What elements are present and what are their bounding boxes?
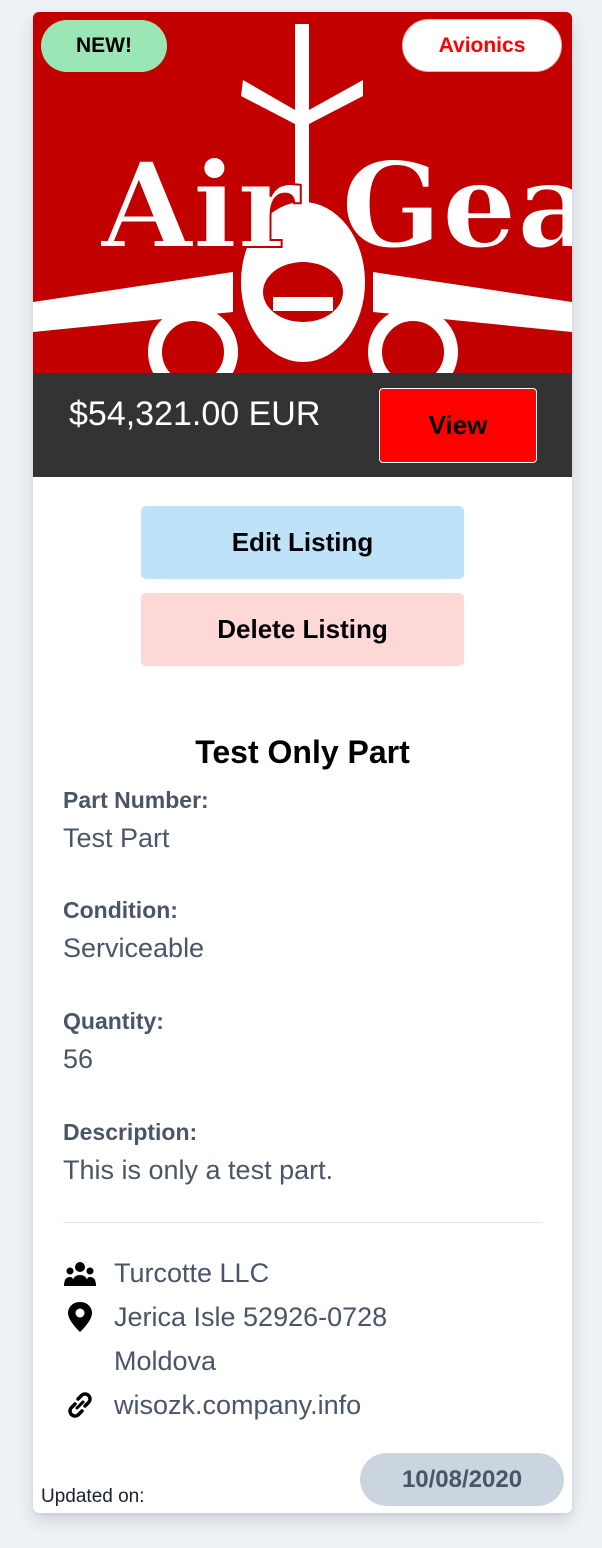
updated-date-badge: 10/08/2020 <box>360 1453 564 1506</box>
company-website-link[interactable]: wisozk.company.info <box>114 1390 361 1421</box>
edit-listing-button[interactable]: Edit Listing <box>141 506 464 579</box>
listing-card: Air Gear NEW! Avionics $54,321.00 EUR Vi… <box>33 12 572 1513</box>
new-badge: NEW! <box>41 20 167 72</box>
users-icon <box>64 1262 96 1286</box>
company-address-line2: Moldova <box>114 1346 217 1376</box>
updated-on-label: Updated on: <box>41 1486 145 1507</box>
divider <box>63 1222 542 1223</box>
part-number-label: Part Number: <box>63 787 209 813</box>
banner-logo-text-left: Air <box>100 136 301 275</box>
company-address-line1: Jerica Isle 52926-0728 <box>114 1302 388 1332</box>
map-pin-icon <box>68 1302 92 1332</box>
quantity-label: Quantity: <box>63 1008 164 1034</box>
category-badge[interactable]: Avionics <box>402 19 562 72</box>
banner-logo-text-right: Gear <box>341 136 572 275</box>
price-bar: $54,321.00 EUR View <box>33 373 572 477</box>
company-name: Turcotte LLC <box>114 1258 270 1288</box>
quantity-value: 56 <box>63 1044 94 1074</box>
link-icon <box>68 1392 92 1418</box>
condition-label: Condition: <box>63 897 178 923</box>
listing-banner-image: Air Gear NEW! Avionics <box>33 12 572 373</box>
price-label: $54,321.00 EUR <box>69 395 321 433</box>
description-value: This is only a test part. <box>63 1155 334 1185</box>
view-button[interactable]: View <box>379 388 537 463</box>
listing-title: Test Only Part <box>195 734 410 770</box>
delete-listing-button[interactable]: Delete Listing <box>141 593 464 666</box>
description-label: Description: <box>63 1119 198 1145</box>
part-number-value: Test Part <box>63 823 170 853</box>
condition-value: Serviceable <box>63 933 205 963</box>
